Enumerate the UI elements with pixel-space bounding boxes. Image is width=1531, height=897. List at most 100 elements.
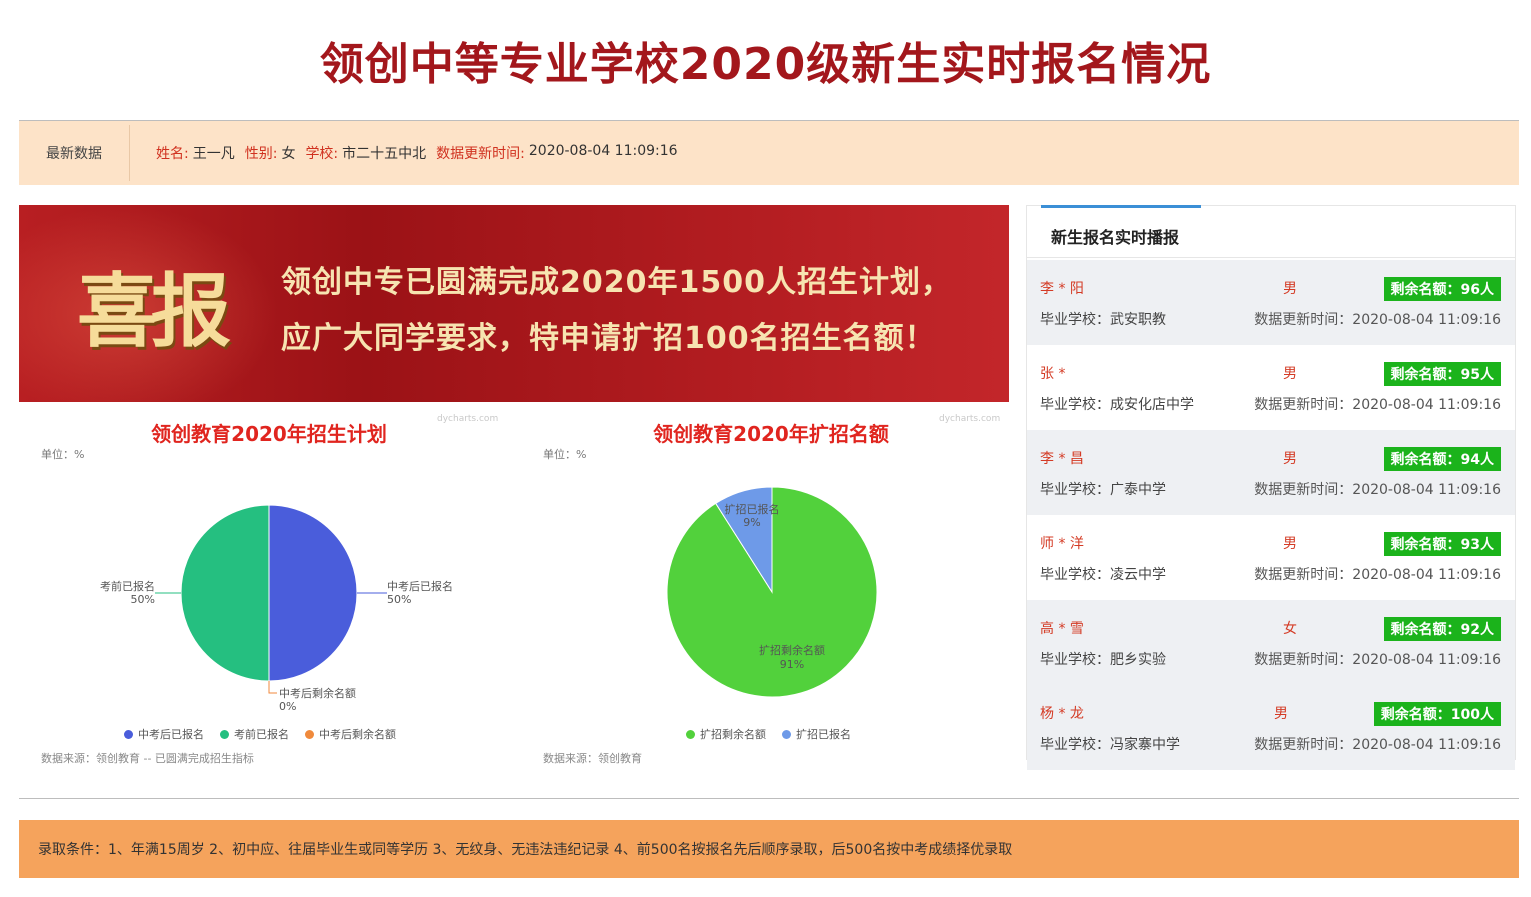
latest-data-fields: 姓名: 王一凡 性别: 女 学校: 市二十五中北 数据更新时间: 2020-08… xyxy=(130,143,688,163)
remaining-quota-badge: 剩余名额：93人 xyxy=(1383,532,1501,556)
slice-value-label: 50% xyxy=(131,593,155,606)
graduated-school: 毕业学校：凌云中学 xyxy=(1040,567,1166,583)
graduated-school: 毕业学校：成安化店中学 xyxy=(1040,397,1194,413)
student-name: 师 * 洋 xyxy=(1040,536,1084,552)
legend-label: 中考后已报名 xyxy=(138,728,204,741)
feed-item[interactable]: 李 * 阳 男 剩余名额：96人 毕业学校：武安职教 数据更新时间：2020-0… xyxy=(1027,260,1515,345)
banner-line-1: 领创中专已圆满完成2020年1500人招生计划， xyxy=(281,265,952,300)
graduated-school: 毕业学校：武安职教 xyxy=(1040,312,1166,328)
student-name: 李 * 阳 xyxy=(1040,281,1084,297)
feed-item[interactable]: 张 * 男 剩余名额：95人 毕业学校：成安化店中学 数据更新时间：2020-0… xyxy=(1027,345,1515,430)
legend-item[interactable]: 扩招已报名 xyxy=(782,726,851,742)
legend-label: 扩招剩余名额 xyxy=(700,728,766,741)
bottom-divider xyxy=(19,798,1519,799)
expansion-quota-chart: 扩招已报名 9% 扩招剩余名额 91% dycharts.com 领创教育2020年扩… xyxy=(521,408,1016,768)
feed-item[interactable]: 高 * 雪 女 剩余名额：92人 毕业学校：肥乡实验 数据更新时间：2020-0… xyxy=(1027,600,1515,685)
student-name: 高 * 雪 xyxy=(1040,621,1084,637)
admission-conditions-text: 录取条件：1、年满15周岁 2、初中应、往届毕业生或同等学历 3、无纹身、无违法… xyxy=(38,842,1013,858)
legend-dot xyxy=(124,730,133,739)
pie-chart-2-canvas: 扩招已报名9% 扩招剩余名额91% xyxy=(666,486,878,698)
graduated-school: 毕业学校：冯家寨中学 xyxy=(1040,737,1180,753)
chart-2-title: 领创教育2020年扩招名额 xyxy=(653,422,889,446)
update-time: 数据更新时间：2020-08-04 11:09:16 xyxy=(1254,312,1501,328)
slice-label: 中考后剩余名额 xyxy=(279,686,356,700)
slice-label: 扩招已报名 xyxy=(725,502,780,516)
student-name: 李 * 昌 xyxy=(1040,451,1084,467)
update-time-value: 2020-08-04 11:09:16 xyxy=(528,143,678,159)
banner-headline-word: 喜报 xyxy=(77,264,231,358)
student-gender: 男 xyxy=(1274,706,1288,722)
chart-1-title: 领创教育2020年招生计划 xyxy=(151,422,387,446)
student-gender: 男 xyxy=(1283,536,1297,552)
student-gender: 男 xyxy=(1283,366,1297,382)
slice-label: 中考后已报名 xyxy=(387,579,453,593)
announcement-banner: 喜报 领创中专已圆满完成2020年1500人招生计划， 应广大同学要求，特申请扩… xyxy=(19,205,1009,402)
slice-label: 考前已报名 xyxy=(100,579,155,593)
update-time: 数据更新时间：2020-08-04 11:09:16 xyxy=(1254,482,1501,498)
label-leader-line xyxy=(268,681,277,694)
legend-dot xyxy=(305,730,314,739)
gender-value: 女 xyxy=(281,146,296,162)
student-name: 杨 * 龙 xyxy=(1040,706,1084,722)
remaining-quota-badge: 剩余名额：95人 xyxy=(1383,362,1501,386)
graduated-school: 毕业学校：肥乡实验 xyxy=(1040,652,1166,668)
feed-header-accent xyxy=(1041,205,1201,208)
pie-slice[interactable] xyxy=(268,504,358,682)
feed-header: 新生报名实时播报 xyxy=(1027,205,1515,258)
legend-label: 考前已报名 xyxy=(234,728,289,741)
slice-value-label: 9% xyxy=(743,516,760,529)
legend-label: 中考后剩余名额 xyxy=(319,728,396,741)
legend-dot xyxy=(782,730,791,739)
remaining-quota-badge: 剩余名额：96人 xyxy=(1383,277,1501,301)
update-time: 数据更新时间：2020-08-04 11:09:16 xyxy=(1254,397,1501,413)
legend-item[interactable]: 考前已报名 xyxy=(220,726,289,742)
legend-item[interactable]: 扩招剩余名额 xyxy=(686,726,766,742)
pie-chart-1-canvas: 中考后已报名50%考前已报名50%中考后剩余名额0% xyxy=(100,504,453,713)
page-title: 领创中等专业学校2020级新生实时报名情况 xyxy=(319,39,1212,90)
school-key: 学校: xyxy=(305,146,339,162)
latest-data-bar: 最新数据 姓名: 王一凡 性别: 女 学校: 市二十五中北 数据更新时间: 20… xyxy=(19,121,1519,185)
update-time: 数据更新时间：2020-08-04 11:09:16 xyxy=(1254,567,1501,583)
name-key: 姓名: xyxy=(156,146,189,162)
slice-value-label: 0% xyxy=(279,700,296,713)
remaining-quota-badge: 剩余名额：94人 xyxy=(1383,447,1501,471)
update-time: 数据更新时间：2020-08-04 11:09:16 xyxy=(1254,652,1501,668)
graduated-school: 毕业学校：广泰中学 xyxy=(1040,482,1166,498)
legend-label: 扩招已报名 xyxy=(796,728,851,741)
school-value: 市二十五中北 xyxy=(342,146,427,162)
feed-item[interactable]: 杨 * 龙 男 剩余名额：100人 毕业学校：冯家寨中学 数据更新时间：2020… xyxy=(1027,685,1515,770)
slice-value-label: 50% xyxy=(387,593,411,606)
chart-2-source: 数据来源：领创教育 xyxy=(543,752,642,765)
gender-key: 性别: xyxy=(244,146,278,162)
remaining-quota-badge: 剩余名额：100人 xyxy=(1373,702,1501,726)
latest-data-label: 最新数据 xyxy=(19,125,130,181)
chart-2-unit: 单位：% xyxy=(543,448,587,461)
update-time-key: 数据更新时间: xyxy=(436,146,525,162)
enrollment-plan-chart: 中考后已报名 50% 考前已报名 50% 中考后剩余名额 0% dycharts.com … xyxy=(19,408,514,768)
chart-2-legend: 扩招剩余名额 扩招已报名 xyxy=(686,726,851,742)
student-gender: 男 xyxy=(1283,281,1297,297)
student-gender: 男 xyxy=(1283,451,1297,467)
update-time: 数据更新时间：2020-08-04 11:09:16 xyxy=(1254,737,1501,753)
feed-item[interactable]: 李 * 昌 男 剩余名额：94人 毕业学校：广泰中学 数据更新时间：2020-0… xyxy=(1027,430,1515,515)
chart-1-source: 数据来源：领创教育 -- 已圆满完成招生指标 xyxy=(41,752,254,765)
student-name: 张 * xyxy=(1040,366,1066,382)
feed-list: 李 * 阳 男 剩余名额：96人 毕业学校：武安职教 数据更新时间：2020-0… xyxy=(1027,260,1515,770)
remaining-quota-badge: 剩余名额：92人 xyxy=(1383,617,1501,641)
pie-slice[interactable] xyxy=(180,504,270,682)
feed-title: 新生报名实时播报 xyxy=(1051,228,1180,247)
chart-1-legend: 中考后已报名 考前已报名 中考后剩余名额 xyxy=(124,726,396,742)
chart-1-unit: 单位：% xyxy=(41,448,85,461)
legend-dot xyxy=(220,730,229,739)
feed-item[interactable]: 师 * 洋 男 剩余名额：93人 毕业学校：凌云中学 数据更新时间：2020-0… xyxy=(1027,515,1515,600)
banner-line-2: 应广大同学要求，特申请扩招100名招生名额！ xyxy=(281,321,936,356)
slice-value-label: 91% xyxy=(780,658,804,671)
legend-item[interactable]: 中考后已报名 xyxy=(124,726,204,742)
name-value: 王一凡 xyxy=(192,146,235,162)
legend-dot xyxy=(686,730,695,739)
admission-conditions-bar: 录取条件：1、年满15周岁 2、初中应、往届毕业生或同等学历 3、无纹身、无违法… xyxy=(19,820,1519,878)
live-signup-feed: 新生报名实时播报 李 * 阳 男 剩余名额：96人 毕业学校：武安职教 数据更新… xyxy=(1026,205,1516,770)
legend-item[interactable]: 中考后剩余名额 xyxy=(305,726,396,742)
student-gender: 女 xyxy=(1283,621,1297,637)
slice-label: 扩招剩余名额 xyxy=(759,643,825,657)
